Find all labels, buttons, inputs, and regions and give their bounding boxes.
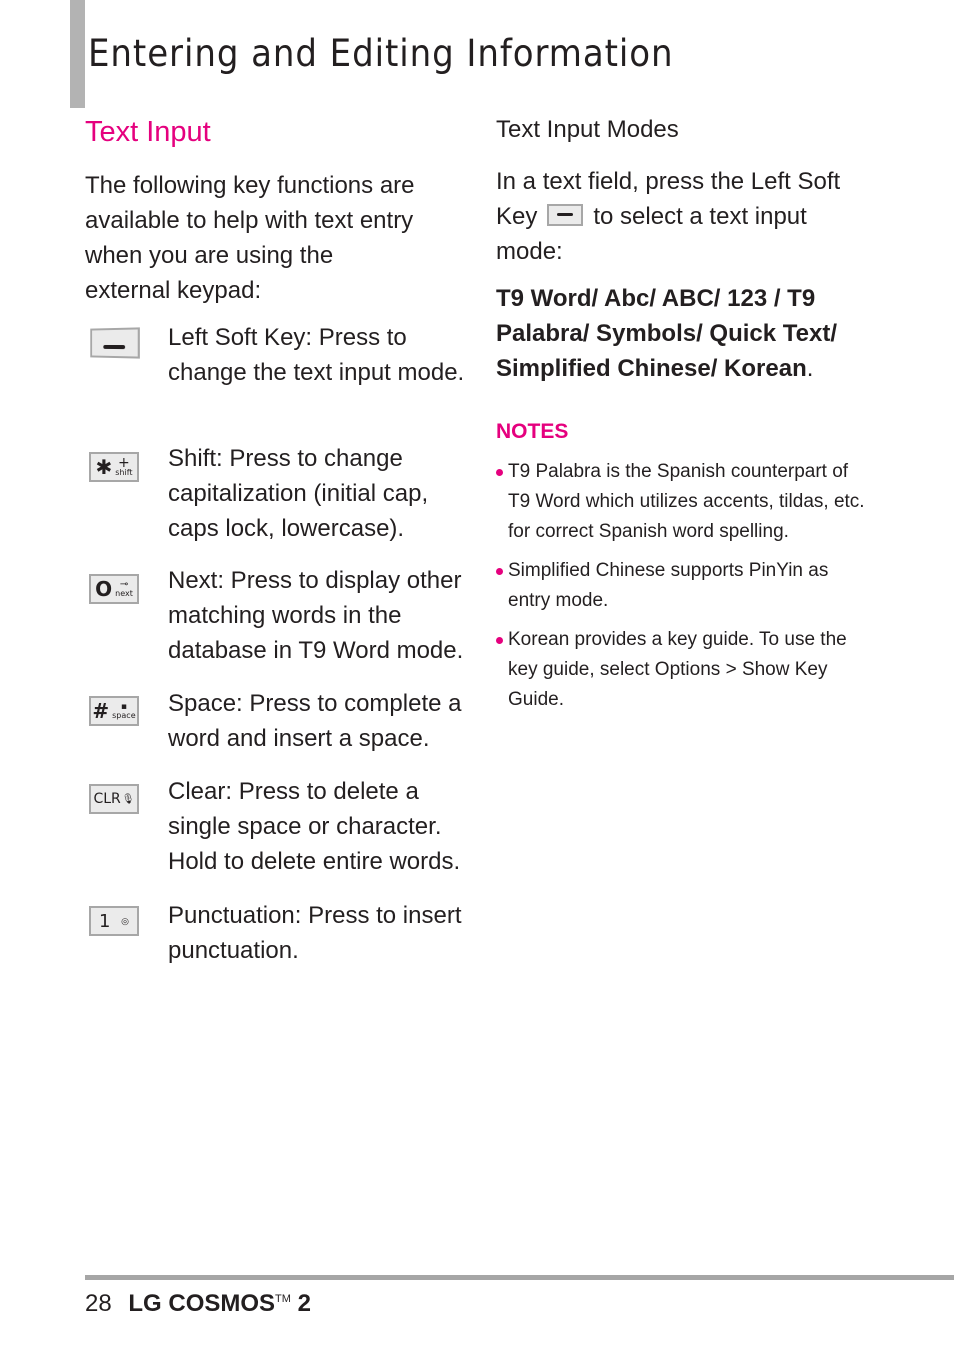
section-heading-text-input-modes: Text Input Modes	[496, 116, 679, 143]
notes-list: T9 Palabra is the Spanish counterpart of…	[496, 457, 866, 724]
left-soft-key-icon	[547, 203, 584, 226]
clr-glyph: CLR	[93, 791, 121, 807]
note-item: Korean provides a key guide. To use the …	[496, 625, 866, 715]
modes-period: .	[806, 355, 814, 382]
note-item: Simplified Chinese supports PinYin as en…	[496, 556, 866, 616]
page-title: Entering and Editing Information	[88, 32, 674, 75]
model-number: 2	[297, 1290, 311, 1317]
key-description: Shift: Press to change capitalization (i…	[168, 445, 429, 542]
footer-rule	[85, 1275, 954, 1280]
intro-after: to select a text input mode:	[496, 203, 807, 265]
note-item: T9 Palabra is the Spanish counterpart of…	[496, 457, 866, 547]
trademark: TM	[275, 1293, 291, 1305]
text-input-modes-intro: In a text field, press the Left Soft Key…	[496, 164, 866, 269]
notes-heading: NOTES	[496, 420, 569, 443]
zero-glyph: O	[95, 577, 113, 601]
clear-key-icon: CLR 🎙	[89, 784, 139, 814]
bullet-icon	[496, 568, 503, 575]
key-description: Left Soft Key: Press to change the text …	[168, 324, 465, 386]
key-description: Next: Press to display other matching wo…	[168, 567, 464, 664]
page-number: 28	[85, 1290, 112, 1317]
note-text: Korean provides a key guide. To use the …	[508, 629, 847, 710]
voicemail-icon: ◎	[121, 915, 129, 926]
bullet-icon	[496, 469, 503, 476]
punctuation-key-icon: 1 ◎	[89, 906, 139, 936]
note-text: T9 Palabra is the Spanish counterpart of…	[508, 461, 865, 542]
shift-label: + shift	[115, 456, 133, 477]
shift-key-icon: ✱ + shift	[89, 452, 139, 482]
next-sub-label: next	[115, 589, 133, 598]
next-key-icon: O ⊸ next	[89, 574, 139, 604]
space-label: ▪ space	[112, 702, 135, 720]
brand-name: LG COSMOS	[128, 1290, 276, 1317]
next-label: ⊸ next	[115, 580, 133, 598]
one-glyph: 1	[99, 910, 111, 932]
hash-glyph: #	[92, 699, 110, 723]
section-heading-text-input: Text Input	[85, 116, 211, 148]
text-input-intro: The following key functions are availabl…	[85, 172, 415, 304]
left-soft-key-icon	[90, 327, 140, 359]
key-description: Clear: Press to delete a single space or…	[168, 778, 461, 875]
footer: 28 LG COSMOSTM 2	[85, 1290, 311, 1318]
shift-sub-label: shift	[115, 468, 133, 477]
key-description: Space: Press to complete a word and inse…	[168, 690, 462, 752]
space-sub-label: space	[112, 711, 136, 720]
key-description: Punctuation: Press to insert punctuation…	[168, 902, 462, 964]
space-key-icon: # ▪ space	[89, 696, 139, 726]
title-accent-bar	[70, 0, 85, 108]
asterisk-glyph: ✱	[95, 455, 113, 479]
microphone-icon: 🎙	[121, 793, 135, 805]
bullet-icon	[496, 637, 503, 644]
text-input-modes-list: T9 Word/ Abc/ ABC/ 123 / T9 Palabra/ Sym…	[496, 281, 866, 386]
modes-text: T9 Word/ Abc/ ABC/ 123 / T9 Palabra/ Sym…	[496, 285, 838, 382]
note-text: Simplified Chinese supports PinYin as en…	[508, 560, 829, 611]
